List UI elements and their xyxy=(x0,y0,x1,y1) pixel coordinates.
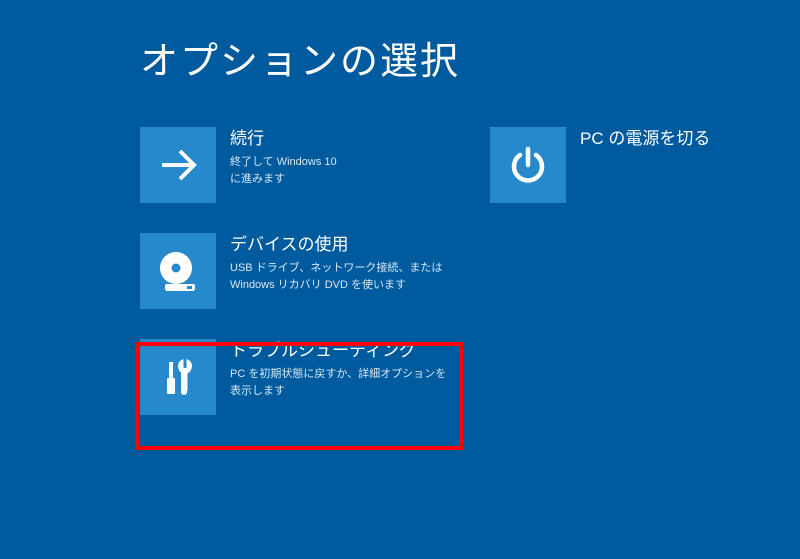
option-continue-desc: 終了して Windows 10に進みます xyxy=(230,154,454,187)
option-use-device[interactable]: デバイスの使用 USB ドライブ、ネットワーク接続、またはWindows リカバ… xyxy=(140,229,460,319)
option-continue-text: 続行 終了して Windows 10に進みます xyxy=(230,127,454,187)
option-use-device-desc: USB ドライブ、ネットワーク接続、またはWindows リカバリ DVD を使… xyxy=(230,260,454,293)
option-continue-title: 続行 xyxy=(230,129,454,149)
arrow-right-icon xyxy=(140,127,216,203)
options-col-right: PC の電源を切る xyxy=(490,123,770,425)
option-use-device-text: デバイスの使用 USB ドライブ、ネットワーク接続、またはWindows リカバ… xyxy=(230,233,454,293)
disc-icon xyxy=(140,233,216,309)
options-grid: 続行 終了して Windows 10に進みます デバイスの使用 USB ドラ xyxy=(140,123,800,425)
option-troubleshoot-title: トラブルシューティング xyxy=(230,341,454,361)
option-troubleshoot-desc: PC を初期状態に戻すか、詳細オプションを表示します xyxy=(230,366,454,399)
option-troubleshoot-text: トラブルシューティング PC を初期状態に戻すか、詳細オプションを表示します xyxy=(230,339,454,399)
options-col-left: 続行 終了して Windows 10に進みます デバイスの使用 USB ドラ xyxy=(140,123,460,425)
option-troubleshoot[interactable]: トラブルシューティング PC を初期状態に戻すか、詳細オプションを表示します xyxy=(140,335,460,425)
power-icon xyxy=(490,127,566,203)
page-title: オプションの選択 xyxy=(140,30,800,85)
option-continue[interactable]: 続行 終了して Windows 10に進みます xyxy=(140,123,460,213)
tools-icon xyxy=(140,339,216,415)
option-turn-off[interactable]: PC の電源を切る xyxy=(490,123,770,213)
option-use-device-title: デバイスの使用 xyxy=(230,235,454,255)
choose-option-screen: オプションの選択 続行 終了して Windows 10に進みます xyxy=(0,0,800,425)
option-turn-off-text: PC の電源を切る xyxy=(580,127,764,154)
option-turn-off-title: PC の電源を切る xyxy=(580,129,764,149)
